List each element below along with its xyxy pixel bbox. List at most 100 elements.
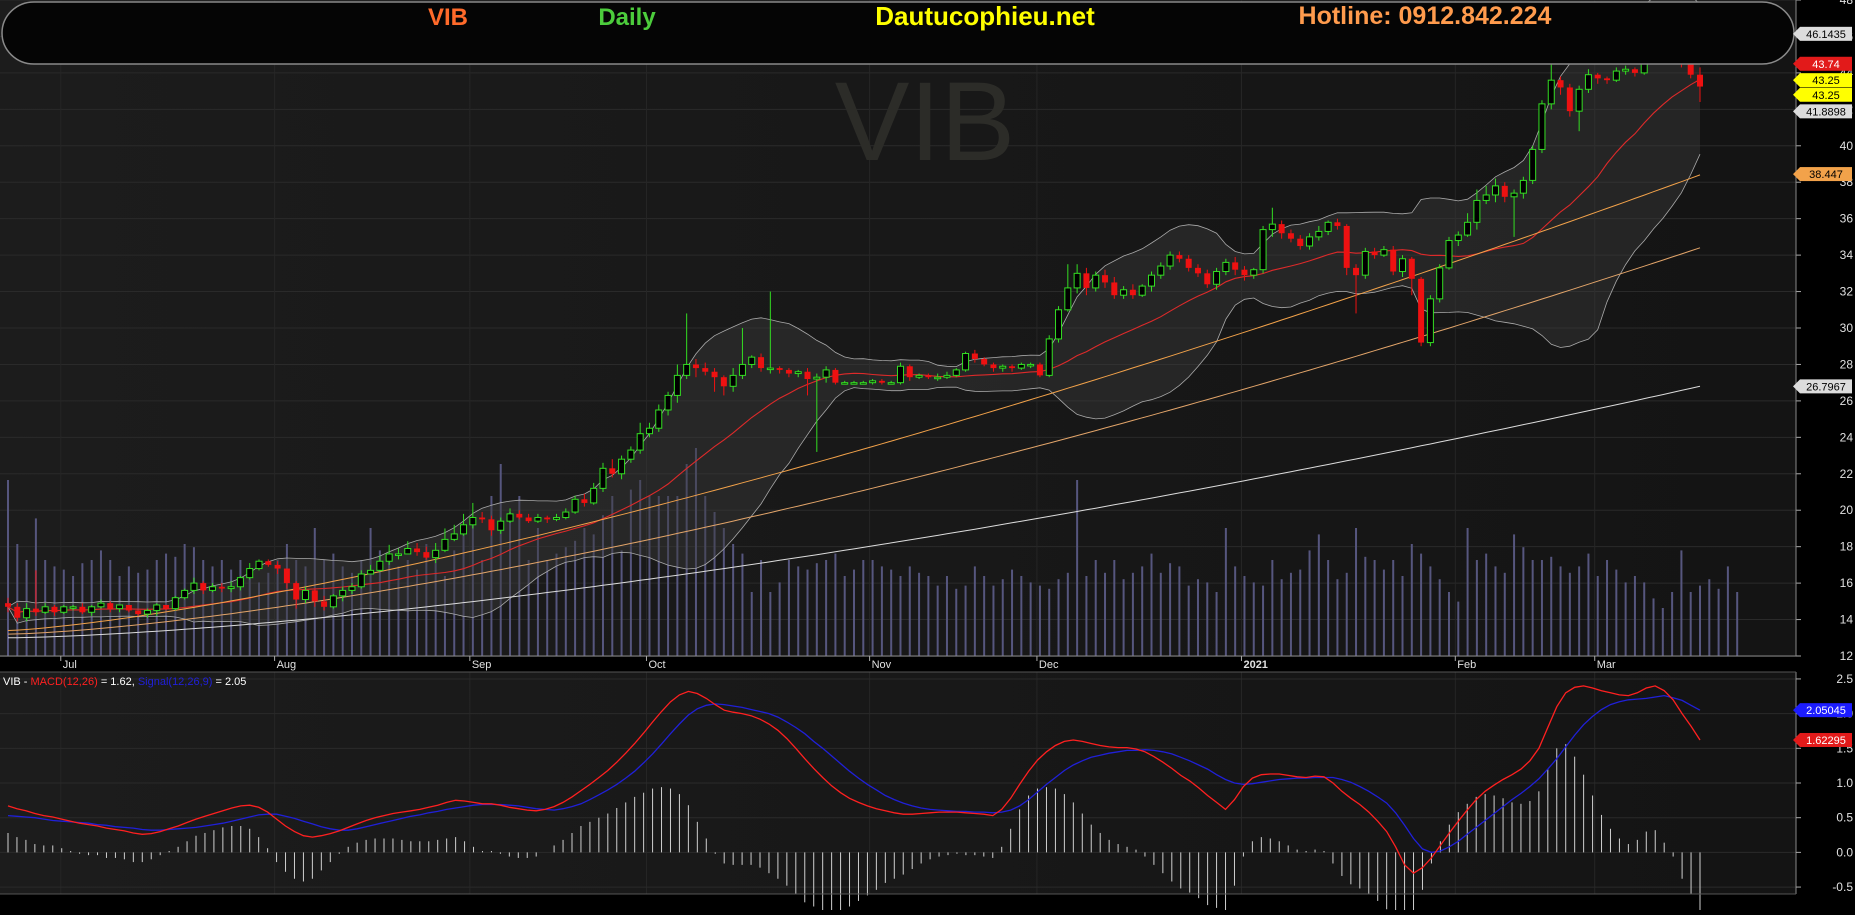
candle-body <box>1399 258 1407 273</box>
volume-bar <box>1355 528 1358 656</box>
candle-body <box>227 586 235 590</box>
candle-body <box>562 511 570 519</box>
candle-body <box>609 468 616 474</box>
candle-body <box>1036 364 1043 376</box>
period-label: Daily <box>598 4 656 31</box>
price-tick-label: 48 <box>1840 0 1854 7</box>
volume-bar <box>1317 534 1320 656</box>
volume-bar <box>1178 566 1181 656</box>
candle-body <box>497 520 505 531</box>
candle-body <box>163 604 170 609</box>
month-label: Nov <box>872 659 892 671</box>
candle-body <box>450 533 458 540</box>
candle-body <box>107 603 114 609</box>
price-tick-label: 26 <box>1840 394 1854 408</box>
candle-body <box>1604 78 1611 81</box>
candle-body <box>1166 254 1174 267</box>
candle-body <box>804 371 811 380</box>
volume-bar <box>1020 576 1023 656</box>
month-label: Sep <box>472 659 492 671</box>
price-tick-label: 14 <box>1840 613 1854 627</box>
candle-body <box>376 560 384 571</box>
candle-body <box>627 449 635 460</box>
candle-body <box>1575 88 1583 112</box>
volume-bar <box>1336 579 1339 656</box>
hotline-label: Hotline: 0912.842.224 <box>1299 2 1552 30</box>
candle-body <box>1454 234 1462 242</box>
macd-legend-macd-label: MACD(12,26) <box>31 676 98 688</box>
volume-bar <box>778 582 781 656</box>
volume-bar <box>1559 566 1562 656</box>
price-label-text: 41.8898 <box>1806 106 1846 118</box>
candle-body <box>1111 282 1118 296</box>
candle-body <box>813 376 821 380</box>
candle-body <box>832 369 839 383</box>
candle-body <box>1501 185 1508 197</box>
candle-body <box>544 517 551 520</box>
volume-bar <box>760 560 763 656</box>
candle-body <box>41 606 49 613</box>
candle-body <box>97 602 105 608</box>
volume-bar <box>1252 582 1255 656</box>
volume-bar <box>1568 572 1571 656</box>
month-label: Aug <box>277 659 297 671</box>
volume-bar <box>1494 566 1497 656</box>
volume-bar <box>564 547 567 656</box>
candle-body <box>311 590 318 602</box>
volume-bar <box>1299 569 1302 656</box>
candle-body <box>1622 68 1630 72</box>
price-tick-label: 40 <box>1840 139 1854 153</box>
volume-bar <box>1224 528 1227 656</box>
volume-bar <box>1011 569 1014 656</box>
price-label-text: 38.447 <box>1809 169 1843 181</box>
candle-body <box>683 363 691 376</box>
candle-body <box>1120 289 1128 296</box>
macd-legend-text: VIB - MACD(12,26) = 1.62, Signal(12,26,9… <box>3 676 246 688</box>
volume-bar <box>880 566 883 656</box>
candle-body <box>1557 80 1564 88</box>
macd-value-text: 1.62295 <box>1806 735 1846 747</box>
candle-body <box>943 374 951 378</box>
volume-bar <box>1289 572 1292 656</box>
volume-bar <box>1680 550 1683 656</box>
chart-canvas: VIB VIB Daily Dautucophieu.net Hotline: … <box>0 0 1855 915</box>
volume-bar <box>1689 592 1692 656</box>
price-tick-label: 32 <box>1840 285 1854 299</box>
volume-bar <box>1578 566 1581 656</box>
price-label-text: 43.25 <box>1812 75 1840 87</box>
candle-body <box>14 606 21 618</box>
candle-body <box>925 375 932 378</box>
volume-bar <box>945 576 948 656</box>
candle-body <box>1697 74 1703 87</box>
volume-bar <box>1038 585 1041 656</box>
candle-body <box>255 560 263 570</box>
candle-body <box>581 499 588 503</box>
volume-bar <box>871 560 874 656</box>
candle-body <box>1176 255 1183 259</box>
volume-bar <box>908 566 911 656</box>
volume-bar <box>1652 598 1655 656</box>
price-tick-label: 20 <box>1840 503 1854 517</box>
candle-body <box>1138 285 1146 296</box>
month-label: Jul <box>63 659 77 671</box>
header-banner: VIB Daily Dautucophieu.net Hotline: 0912… <box>1 1 1795 65</box>
candle-body <box>367 569 375 575</box>
volume-bar <box>899 576 902 656</box>
volume-bar <box>825 560 828 656</box>
candle-body <box>1361 250 1369 276</box>
volume-bar <box>1094 560 1097 656</box>
candle-body <box>1408 258 1415 279</box>
candle-body <box>293 583 300 600</box>
month-label: Mar <box>1597 659 1616 671</box>
volume-bar <box>1457 601 1460 656</box>
candle-body <box>738 363 746 376</box>
site-label: Dautucophieu.net <box>875 1 1095 31</box>
candle-body <box>1584 74 1592 90</box>
candle-body <box>1027 363 1035 367</box>
candle-body <box>283 568 290 584</box>
volume-bar <box>936 585 939 656</box>
candle-body <box>599 467 607 489</box>
candle-body <box>1491 185 1499 196</box>
candle-body <box>1566 87 1573 112</box>
volume-bar <box>992 585 995 656</box>
